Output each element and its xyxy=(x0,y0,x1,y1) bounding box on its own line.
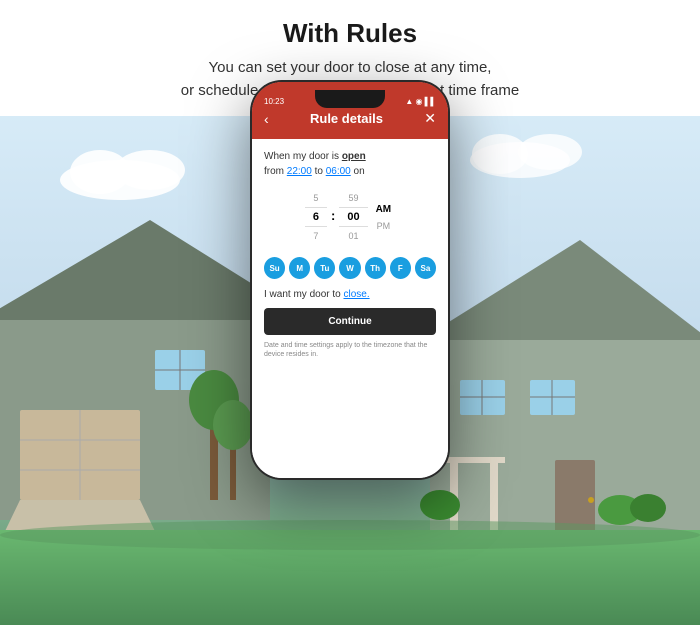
day-button[interactable]: Th xyxy=(365,257,386,279)
hour-below: 7 xyxy=(307,229,324,243)
back-icon[interactable]: ‹ xyxy=(264,111,269,127)
day-button[interactable]: Sa xyxy=(415,257,436,279)
day-button[interactable]: Su xyxy=(264,257,285,279)
screen-content: 10:23 ▲ ◉ ▌▌ ‹ Rule details ✕ When my do… xyxy=(252,82,448,478)
minute-below: 01 xyxy=(342,229,364,243)
page-title: With Rules xyxy=(40,18,660,49)
time-separator: : xyxy=(331,208,335,223)
status-time: 10:23 xyxy=(264,97,284,106)
day-button[interactable]: W xyxy=(339,257,360,279)
screen-body: When my door is open from 22:00 to 06:00… xyxy=(252,139,448,478)
phone-notch xyxy=(315,90,385,108)
phone-mockup: 10:23 ▲ ◉ ▌▌ ‹ Rule details ✕ When my do… xyxy=(250,80,450,480)
continue-button[interactable]: Continue xyxy=(264,308,436,335)
screen-title: Rule details xyxy=(310,111,383,126)
minute-above: 59 xyxy=(342,191,364,205)
period-am[interactable]: AM xyxy=(372,202,396,217)
day-button[interactable]: F xyxy=(390,257,411,279)
rule-description: When my door is open from 22:00 to 06:00… xyxy=(264,149,436,179)
time-picker[interactable]: 5 6 7 : 59 00 01 AM PM xyxy=(264,187,436,247)
hour-column[interactable]: 5 6 7 xyxy=(305,191,327,243)
hour-above: 5 xyxy=(307,191,324,205)
phone-screen: 10:23 ▲ ◉ ▌▌ ‹ Rule details ✕ When my do… xyxy=(252,82,448,478)
door-action: I want my door to close. xyxy=(264,289,436,300)
status-icons: ▲ ◉ ▌▌ xyxy=(405,97,436,106)
period-column[interactable]: AM PM xyxy=(372,202,396,233)
minute-selected[interactable]: 00 xyxy=(339,207,367,227)
day-button[interactable]: M xyxy=(289,257,310,279)
day-button[interactable]: Tu xyxy=(314,257,335,279)
close-icon[interactable]: ✕ xyxy=(424,110,436,127)
days-row[interactable]: SuMTuWThFSa xyxy=(264,257,436,279)
minute-column[interactable]: 59 00 01 xyxy=(339,191,367,243)
phone-device: 10:23 ▲ ◉ ▌▌ ‹ Rule details ✕ When my do… xyxy=(250,80,450,480)
period-pm[interactable]: PM xyxy=(373,219,395,233)
hour-selected[interactable]: 6 xyxy=(305,207,327,227)
disclaimer-text: Date and time settings apply to the time… xyxy=(264,341,436,359)
